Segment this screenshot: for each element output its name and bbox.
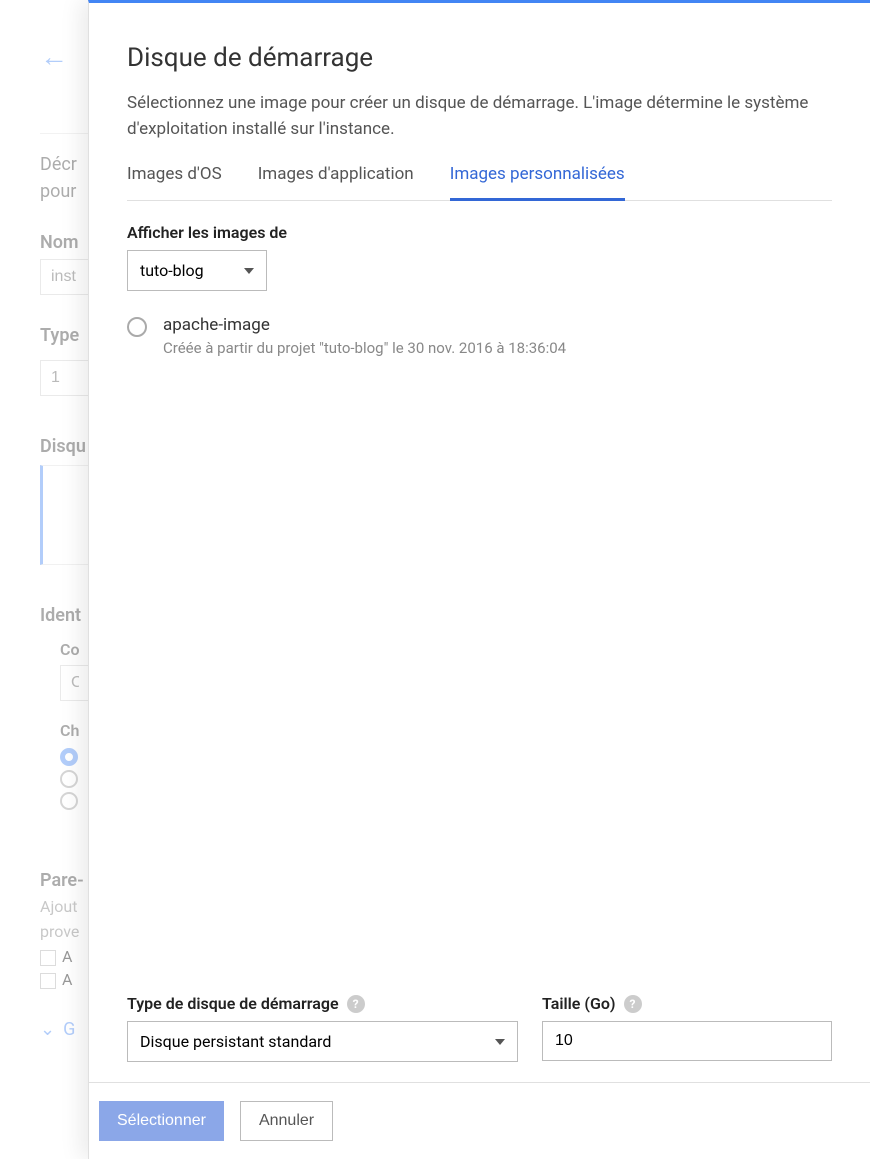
bg-radio-empty-2 — [60, 792, 78, 810]
chevron-down-icon — [495, 1039, 505, 1045]
image-list: apache-image Créée à partir du projet "t… — [127, 315, 832, 974]
project-dropdown-value: tuto-blog — [140, 261, 204, 280]
tab-custom-images[interactable]: Images personnalisées — [450, 164, 625, 201]
modal-subtitle: Sélectionnez une image pour créer un dis… — [127, 91, 832, 142]
modal-footer: Sélectionner Annuler — [89, 1082, 870, 1159]
image-meta: Créée à partir du projet "tuto-blog" le … — [163, 339, 566, 357]
disk-type-value: Disque persistant standard — [140, 1032, 331, 1051]
bg-expand-g: G — [63, 1019, 75, 1040]
bg-disk-box — [40, 465, 90, 565]
boot-disk-modal: Disque de démarrage Sélectionnez une ima… — [88, 0, 870, 1159]
chevron-down-icon — [244, 268, 254, 274]
select-button[interactable]: Sélectionner — [99, 1101, 224, 1141]
bg-type-input — [40, 360, 90, 396]
bg-checkbox-1 — [40, 950, 56, 966]
disk-type-label: Type de disque de démarrage — [127, 994, 339, 1013]
help-icon[interactable]: ? — [624, 995, 642, 1013]
radio-icon — [127, 317, 147, 337]
size-label: Taille (Go) — [542, 994, 616, 1013]
bg-name-input — [40, 259, 90, 295]
bg-check-a1: A — [62, 947, 72, 966]
size-input[interactable] — [542, 1021, 832, 1061]
tab-os-images[interactable]: Images d'OS — [127, 164, 222, 201]
bg-radio-selected — [60, 748, 78, 766]
expand-icon: ⌄ — [40, 1019, 55, 1040]
tab-app-images[interactable]: Images d'application — [258, 164, 414, 201]
bg-checkbox-2 — [40, 973, 56, 989]
back-arrow-icon: ← — [40, 40, 68, 73]
show-images-label: Afficher les images de — [127, 223, 832, 242]
modal-title: Disque de démarrage — [127, 43, 832, 73]
image-name: apache-image — [163, 315, 566, 335]
tabs-row: Images d'OS Images d'application Images … — [127, 164, 832, 201]
bg-co-input — [60, 665, 90, 701]
disk-type-dropdown[interactable]: Disque persistant standard — [127, 1021, 518, 1062]
bg-check-a2: A — [62, 970, 72, 989]
image-option[interactable]: apache-image Créée à partir du projet "t… — [127, 315, 832, 357]
bg-radio-empty-1 — [60, 770, 78, 788]
project-dropdown[interactable]: tuto-blog — [127, 250, 267, 291]
cancel-button[interactable]: Annuler — [240, 1101, 333, 1141]
help-icon[interactable]: ? — [347, 995, 365, 1013]
